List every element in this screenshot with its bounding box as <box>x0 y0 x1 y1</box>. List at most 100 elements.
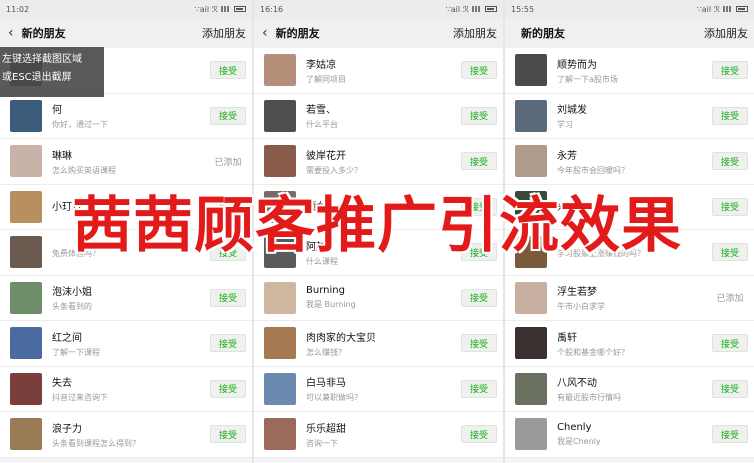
request-message: 个股和基金哪个好？ <box>557 347 629 357</box>
request-info: 失去 抖音过来咨询下 <box>52 374 210 403</box>
page-title: 新的朋友 <box>275 27 320 40</box>
add-friend-button[interactable]: 添加朋友 <box>453 25 497 41</box>
request-message: 怎么购买英语课程 <box>52 165 116 175</box>
request-info: 禹轩个股和基金哪个好？ <box>557 329 712 358</box>
avatar[interactable] <box>515 327 547 360</box>
friend-request-row[interactable]: 白马非马 可以兼职做吗？ 接受 <box>254 366 503 412</box>
accept-button[interactable]: 接受 <box>461 152 497 171</box>
signal-icon <box>723 6 733 12</box>
request-info: 顺势而为 了解一下a股市场 <box>557 56 712 85</box>
request-message: 抖音过来咨询下 <box>52 393 108 403</box>
friend-request-row[interactable]: 何你好，通过一下 接受 <box>0 93 252 139</box>
avatar[interactable] <box>10 145 42 178</box>
friend-request-row[interactable]: 李姑凉了解同项目 接受 <box>254 48 503 94</box>
accept-button[interactable]: 接受 <box>210 288 246 307</box>
request-info: Burning 我是 Burning <box>306 285 461 310</box>
accept-button[interactable]: 接受 <box>210 379 246 398</box>
friend-request-row[interactable]: 红之间 了解一下课程 接受 <box>0 321 252 367</box>
request-message: 头条看到的 <box>52 302 92 312</box>
request-info: 永芳 今年股市会回暖吗？ <box>557 147 712 176</box>
accept-button[interactable]: 接受 <box>461 334 497 353</box>
accept-button[interactable]: 接受 <box>461 61 497 80</box>
signal-icon <box>221 6 231 12</box>
battery-icon <box>736 6 748 12</box>
accept-button[interactable]: 接受 <box>210 334 246 353</box>
accept-button[interactable]: 接受 <box>210 425 246 444</box>
signal-icon <box>472 6 482 12</box>
friend-request-row[interactable]: 若雪、 什么平台 接受 <box>254 93 503 139</box>
accept-button[interactable]: 接受 <box>461 379 497 398</box>
accept-button[interactable]: 接受 <box>712 379 748 398</box>
friend-request-row[interactable]: 泡沫小姐 头条看到的 接受 <box>0 275 252 321</box>
nav-bar: ‹ 新的朋友 添加朋友 <box>254 18 503 48</box>
accept-button[interactable]: 接受 <box>210 106 246 125</box>
friend-request-row[interactable]: 浪子力 头条看到课程怎么得到？ 接受 <box>0 412 252 458</box>
status-icons: ∵ail ℛ <box>697 5 748 14</box>
status-icons: ∵ail ℛ <box>446 5 497 14</box>
friend-request-row[interactable]: Burning 我是 Burning 接受 <box>254 275 503 321</box>
avatar[interactable] <box>264 372 296 405</box>
request-message: 我是Chenly <box>557 436 601 446</box>
status-bar: 15:55 ∵ail ℛ <box>505 0 754 18</box>
request-message: 了解同项目 <box>306 74 346 84</box>
contact-name: 浪子力 <box>52 423 82 435</box>
accept-button[interactable]: 接受 <box>210 61 246 80</box>
friend-request-row[interactable]: 浮生若梦 牛市小白求学 已添加 <box>505 275 754 321</box>
accept-button[interactable]: 接受 <box>712 106 748 125</box>
accept-button[interactable]: 接受 <box>461 288 497 307</box>
avatar[interactable] <box>515 281 547 314</box>
accept-button[interactable]: 接受 <box>712 425 748 444</box>
avatar[interactable] <box>515 54 547 87</box>
contact-name: 何 <box>52 105 62 117</box>
friend-request-row[interactable]: 八风不动 有最近股市行情吗 接受 <box>505 366 754 412</box>
status-bar: 11:02 ∵ail ℛ <box>0 0 252 18</box>
request-message: 有最近股市行情吗 <box>557 393 621 403</box>
friend-request-row[interactable]: 肉肉家的大宝贝 怎么赚钱？ 接受 <box>254 321 503 367</box>
friend-request-row[interactable]: 彼岸花开 需要投入多少？ 接受 <box>254 139 503 185</box>
back-arrow-icon[interactable]: ‹ <box>8 26 14 40</box>
avatar[interactable] <box>264 281 296 314</box>
friend-request-row[interactable]: 禹轩 个股和基金哪个好？ 接受 <box>505 321 754 367</box>
request-message: 需要投入多少？ <box>306 165 362 175</box>
friend-request-row[interactable]: Chenly 我是Chenly 接受 <box>505 412 754 458</box>
back-arrow-icon[interactable]: ‹ <box>262 26 268 40</box>
add-friend-button[interactable]: 添加朋友 <box>704 25 748 41</box>
avatar[interactable] <box>264 145 296 178</box>
request-info: 浪子力 头条看到课程怎么得到？ <box>52 420 210 449</box>
request-message: 今年股市会回暖吗？ <box>557 165 629 175</box>
avatar[interactable] <box>264 54 296 87</box>
contact-name: 禹轩 <box>557 332 577 344</box>
avatar[interactable] <box>264 418 296 451</box>
avatar[interactable] <box>515 99 547 132</box>
friend-request-row[interactable]: 乐乐超甜 咨询一下 接受 <box>254 412 503 458</box>
avatar[interactable] <box>264 327 296 360</box>
request-message: 什么平台 <box>306 120 338 130</box>
friend-request-row[interactable]: 永芳 今年股市会回暖吗？ 接受 <box>505 139 754 185</box>
friend-request-row[interactable]: 失去 抖音过来咨询下 接受 <box>0 366 252 412</box>
friend-request-row[interactable]: 刘城发 学习 接受 <box>505 93 754 139</box>
avatar[interactable] <box>264 99 296 132</box>
carrier-signal: ∵ail ℛ <box>194 4 218 14</box>
avatar[interactable] <box>10 327 42 360</box>
accept-button[interactable]: 接受 <box>712 61 748 80</box>
avatar[interactable] <box>10 418 42 451</box>
page-title: 新的朋友 <box>21 27 66 40</box>
avatar[interactable] <box>10 281 42 314</box>
accept-button[interactable]: 接受 <box>461 106 497 125</box>
request-message: 你好，通过一下 <box>52 120 108 130</box>
avatar[interactable] <box>515 145 547 178</box>
request-message: 咨询一下 <box>306 438 338 448</box>
battery-icon <box>234 6 246 12</box>
avatar[interactable] <box>10 372 42 405</box>
accept-button[interactable]: 接受 <box>712 334 748 353</box>
friend-request-row[interactable]: 琳琳 怎么购买英语课程 已添加 <box>0 139 252 185</box>
avatar[interactable] <box>515 418 547 451</box>
avatar[interactable] <box>10 99 42 132</box>
add-friend-button[interactable]: 添加朋友 <box>202 25 246 41</box>
accept-button[interactable]: 接受 <box>461 425 497 444</box>
accept-button[interactable]: 接受 <box>712 152 748 171</box>
contact-name: 李姑凉 <box>306 59 336 71</box>
request-info: 琳琳 怎么购买英语课程 <box>52 147 210 176</box>
avatar[interactable] <box>515 372 547 405</box>
friend-request-row[interactable]: 顺势而为 了解一下a股市场 接受 <box>505 48 754 94</box>
